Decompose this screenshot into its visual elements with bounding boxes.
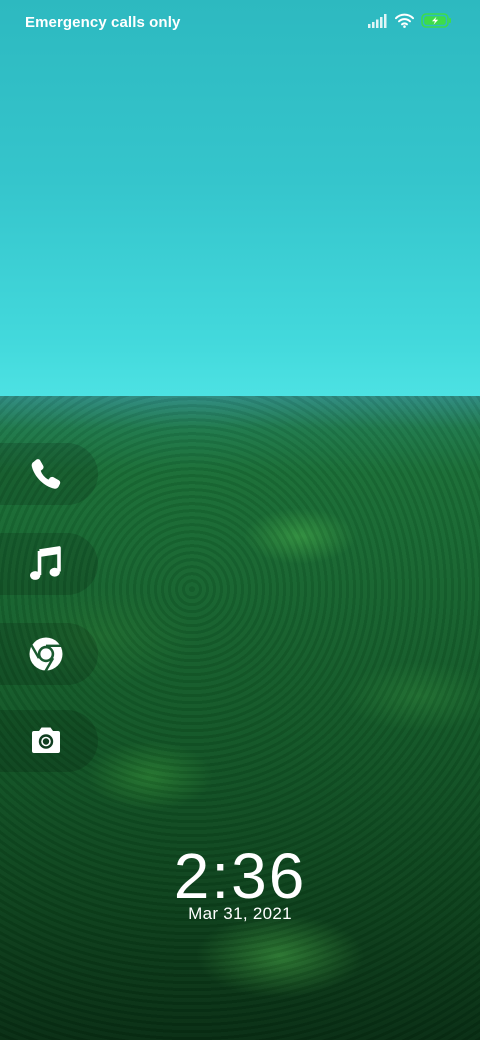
signal-icon <box>368 13 388 33</box>
music-shortcut[interactable] <box>0 533 98 595</box>
wifi-icon <box>395 13 414 33</box>
carrier-label: Emergency calls only <box>25 14 181 31</box>
lockscreen-date: Mar 31, 2021 <box>188 904 292 923</box>
chrome-icon <box>28 636 64 672</box>
lockscreen-clock: 2:36 <box>173 840 307 912</box>
battery-charging-icon <box>421 13 452 33</box>
wallpaper-sky <box>0 0 480 404</box>
music-icon <box>28 546 64 582</box>
chrome-shortcut[interactable] <box>0 623 98 685</box>
status-icons <box>368 13 452 33</box>
status-bar: Emergency calls only <box>0 0 480 44</box>
camera-shortcut[interactable] <box>0 710 98 772</box>
phone-shortcut[interactable] <box>0 443 98 505</box>
camera-icon <box>28 723 64 759</box>
phone-icon <box>28 456 64 492</box>
